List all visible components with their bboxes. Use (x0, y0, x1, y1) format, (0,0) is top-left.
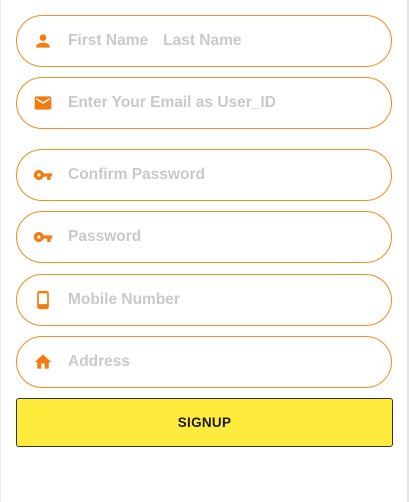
key-icon (33, 227, 53, 247)
email-field[interactable]: Enter Your Email as User_ID (16, 77, 392, 129)
mail-icon (33, 93, 53, 113)
name-field[interactable]: First Name Last Name (16, 15, 392, 67)
password-field[interactable]: Password (16, 211, 392, 263)
address-field[interactable]: Address (16, 336, 392, 388)
address-input[interactable]: Address (68, 353, 130, 371)
first-name-input[interactable]: First Name (68, 32, 148, 50)
phone-icon (33, 290, 53, 310)
signup-button[interactable]: SIGNUP (16, 398, 393, 447)
mobile-input[interactable]: Mobile Number (68, 291, 180, 309)
password-input[interactable]: Password (68, 228, 141, 246)
confirm-password-input[interactable]: Confirm Password (68, 166, 205, 184)
person-icon (33, 31, 53, 51)
left-edge (0, 0, 1, 502)
confirm-password-field[interactable]: Confirm Password (16, 149, 392, 201)
home-icon (33, 352, 53, 372)
last-name-input[interactable]: Last Name (163, 32, 241, 50)
key-icon (33, 165, 53, 185)
email-input[interactable]: Enter Your Email as User_ID (68, 94, 276, 112)
mobile-field[interactable]: Mobile Number (16, 274, 392, 326)
